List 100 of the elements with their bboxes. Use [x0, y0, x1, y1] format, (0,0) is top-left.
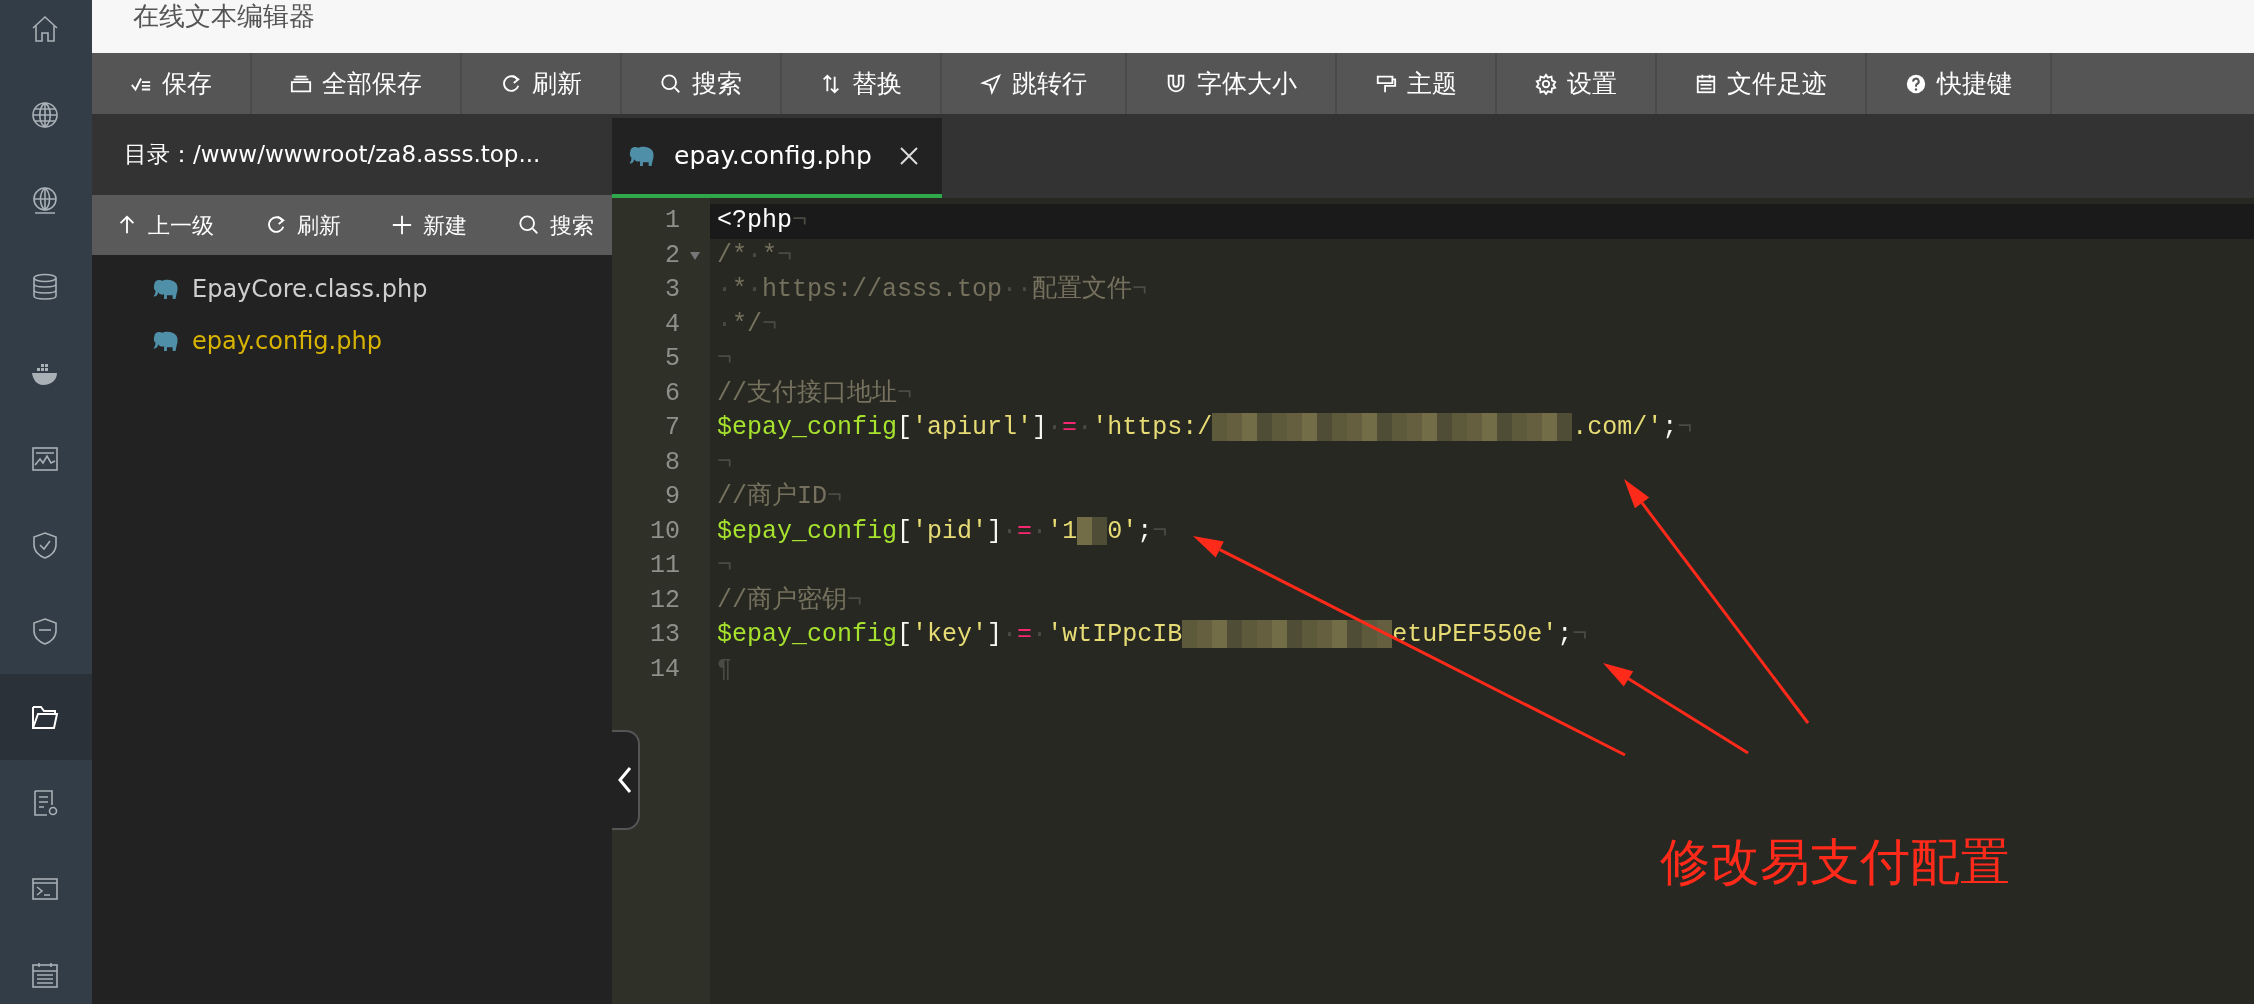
code-string: 'apiurl': [912, 413, 1033, 442]
pixelated-patch: [1272, 620, 1303, 649]
code-comment: //商户密钥: [717, 585, 847, 615]
whitespace-mark: ·: [1002, 516, 1018, 546]
code-text: [: [897, 516, 913, 546]
file-item[interactable]: epay.config.php: [92, 315, 388, 367]
home-icon: [30, 14, 60, 44]
plus-icon: [391, 214, 414, 236]
whitespace-mark: ·: [717, 309, 732, 339]
code-string: 'pid': [912, 516, 988, 546]
code-comment: */: [732, 309, 763, 339]
whitespace-mark: ·: [1047, 413, 1063, 442]
file-item[interactable]: EpayCore.class.php: [92, 263, 434, 315]
globe-stand-icon: [30, 186, 60, 216]
line-number: 8: [665, 446, 680, 479]
code-text: ;: [1662, 413, 1678, 442]
code-text: [: [897, 413, 913, 442]
whitespace-mark: ·: [747, 275, 763, 304]
code-comment: 配置文件: [1032, 275, 1133, 304]
code-text: ;: [1557, 620, 1573, 649]
settings-icon: [1535, 72, 1557, 95]
code-string: .com/': [1572, 413, 1663, 442]
whitespace-mark: ¬: [1132, 275, 1148, 304]
file-action-button[interactable]: 搜索: [511, 208, 600, 242]
pixelated-patch: [1302, 413, 1333, 442]
code-operator: =: [1017, 620, 1033, 649]
chevron-left-icon: [617, 765, 633, 795]
sidebar-item[interactable]: [0, 674, 92, 760]
code-text: <?php: [717, 206, 792, 235]
line-number: 6: [665, 377, 680, 410]
whitespace-mark: ··: [1002, 275, 1033, 304]
pixelated-patch: [1242, 620, 1273, 649]
line-number: 7: [665, 412, 680, 444]
pixelated-patch: [1512, 413, 1543, 442]
whitespace-mark: ¬: [1677, 413, 1693, 442]
code-string: '1: [1047, 516, 1078, 546]
pixelated-patch: [1482, 413, 1513, 442]
globe-icon: [30, 100, 60, 130]
pixelated-patch: [1242, 413, 1273, 442]
code-operator: =: [1017, 516, 1033, 546]
swap-icon: [820, 72, 842, 95]
whitespace-mark: ¬: [717, 447, 732, 477]
file-action-button[interactable]: 刷新: [258, 208, 347, 242]
refresh-icon: [500, 72, 522, 95]
search-icon: [660, 72, 682, 95]
pixelated-patch: [1392, 413, 1423, 442]
code-string: 'key': [912, 620, 988, 649]
magnet-icon: [1165, 72, 1187, 95]
directory-path: 目录：/www/wwwroot/za8.asss.top...: [124, 140, 541, 170]
code-variable: $epay_config: [717, 516, 898, 546]
pixelated-patch: [1332, 413, 1363, 442]
collapse-panel-button[interactable]: [612, 730, 640, 830]
search-icon: [517, 214, 540, 236]
line-number: 11: [650, 550, 680, 582]
annotation-text: 修改易支付配置: [1660, 832, 2010, 892]
pixelated-patch: [1422, 413, 1453, 442]
code-text: ]: [987, 620, 1003, 649]
line-number: 4: [665, 308, 680, 341]
pixelated-patch: [1452, 413, 1483, 442]
editor-tab[interactable]: epay.config.php: [612, 118, 942, 198]
line-number: 9: [665, 481, 680, 513]
whitespace-mark: ·: [1002, 620, 1018, 649]
whitespace-mark: ¬: [847, 585, 863, 615]
whitespace-mark: ¬: [792, 206, 808, 235]
dialog-title: 在线文本编辑器: [133, 1, 315, 31]
code-operator: =: [1062, 413, 1078, 442]
whitespace-mark: ·: [1032, 516, 1048, 546]
line-number: 14: [650, 653, 680, 686]
line-number: 10: [650, 515, 680, 548]
pixelated-patch: [1077, 516, 1108, 545]
whitespace-mark: ·: [1032, 620, 1048, 649]
whitespace-mark: ·: [717, 275, 732, 304]
line-number: 5: [665, 343, 680, 375]
calendar-icon: [30, 960, 60, 990]
code-variable: $epay_config: [717, 620, 898, 649]
code-text: ;: [1137, 516, 1153, 546]
shield-icon: [30, 616, 60, 646]
code-comment: //商户ID: [717, 482, 827, 511]
file-action-button[interactable]: 上一级: [110, 208, 220, 242]
whitespace-mark: ·: [747, 240, 763, 270]
code-text: ]: [987, 516, 1003, 546]
calendar-icon: [1695, 72, 1717, 95]
pixelated-patch: [1212, 413, 1243, 442]
send-icon: [980, 72, 1002, 95]
line-number: 3: [665, 274, 680, 306]
code-string: 'https:/: [1092, 413, 1213, 442]
help-icon: [1905, 72, 1927, 95]
line-number: 2: [665, 239, 680, 272]
fold-icon: [690, 251, 700, 260]
pixelated-patch: [1542, 413, 1573, 442]
pixelated-patch: [1272, 413, 1303, 442]
file-action-button[interactable]: 新建: [385, 208, 474, 242]
pixelated-patch: [1302, 620, 1333, 649]
code-comment: https://asss.top: [762, 275, 1003, 304]
code-comment: /*: [717, 240, 747, 270]
pixelated-patch: [1362, 413, 1393, 442]
pixelated-patch: [1332, 620, 1363, 649]
monitor-chart-icon: [30, 444, 60, 474]
pixelated-patch: [1182, 620, 1213, 649]
whitespace-mark: ¬: [762, 309, 778, 339]
